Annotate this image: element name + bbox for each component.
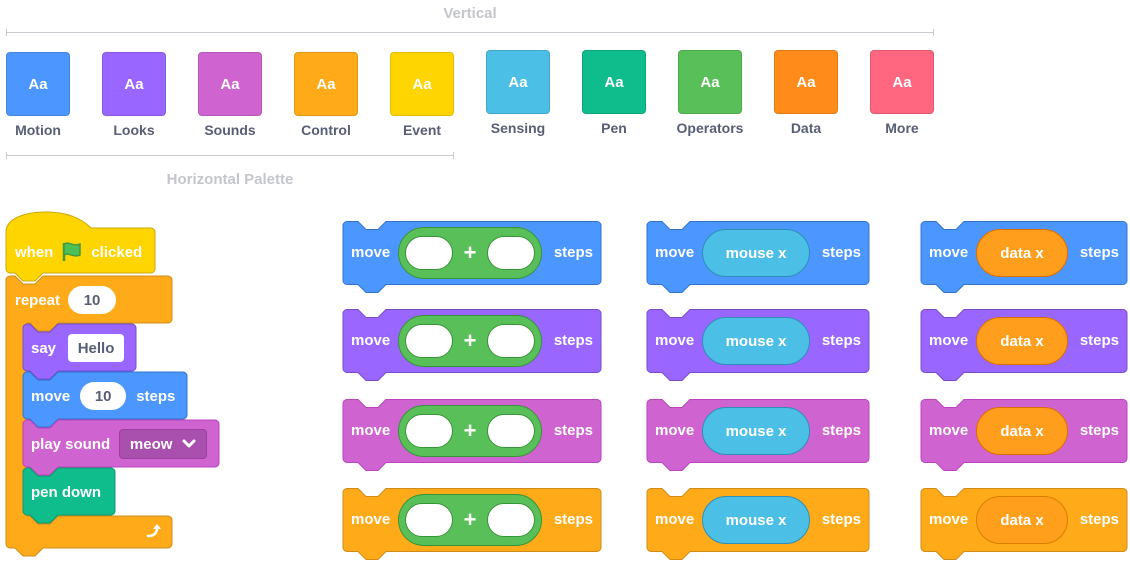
plus-icon: + — [463, 328, 477, 353]
steps-label: steps — [553, 511, 593, 528]
pen-down-label: pen down — [31, 483, 101, 501]
reporter-label: mouse x — [725, 422, 787, 440]
move-block-mouse-motion[interactable]: move steps mouse x — [646, 221, 870, 293]
data-x-reporter[interactable]: data x — [976, 317, 1068, 365]
mouse-x-reporter[interactable]: mouse x — [702, 317, 810, 365]
operand-right-input[interactable] — [486, 236, 535, 270]
category-label-pen: Pen — [601, 120, 627, 136]
move-block-mouse-looks[interactable]: move steps mouse x — [646, 309, 870, 381]
steps-label: steps — [553, 244, 593, 261]
steps-label: steps — [821, 511, 861, 528]
move-label: move — [929, 244, 969, 261]
move-label: move — [929, 332, 969, 349]
plus-icon: + — [463, 507, 477, 532]
move-label: move — [351, 244, 391, 261]
category-glyph: Aa — [412, 75, 432, 93]
reporter-label: data x — [1000, 332, 1044, 350]
steps-label: steps — [553, 422, 593, 439]
move-label: move — [929, 422, 969, 439]
reporter-label: mouse x — [725, 244, 787, 262]
move-block-sum-control[interactable]: move steps + — [342, 488, 602, 560]
operand-right-input[interactable] — [486, 503, 535, 537]
move-label: move — [655, 511, 695, 528]
plus-operator-reporter[interactable]: + — [398, 405, 542, 457]
reporter-label: data x — [1000, 511, 1044, 529]
operand-left-input[interactable] — [405, 236, 453, 270]
reporter-label: data x — [1000, 422, 1044, 440]
data-x-reporter[interactable]: data x — [976, 407, 1068, 455]
category-label-event: Event — [402, 122, 442, 138]
category-label-control: Control — [301, 122, 351, 138]
category-tile-event[interactable]: Aa — [390, 52, 454, 116]
mouse-x-reporter[interactable]: mouse x — [702, 229, 810, 277]
category-tile-sensing[interactable]: Aa — [486, 50, 550, 114]
move-label: move — [351, 422, 391, 439]
move-block-sum-motion[interactable]: move steps + — [342, 221, 602, 293]
operand-left-input[interactable] — [405, 414, 453, 448]
category-glyph: Aa — [604, 73, 624, 91]
category-label-data: Data — [790, 120, 822, 136]
operand-right-input[interactable] — [486, 414, 535, 448]
category-label-operators: Operators — [676, 120, 744, 136]
category-tile-data[interactable]: Aa — [774, 50, 838, 114]
steps-label: steps — [1079, 332, 1119, 349]
move-block-data-sound[interactable]: move steps data x — [920, 399, 1128, 471]
move-block-sum-looks[interactable]: move steps + — [342, 309, 602, 381]
mouse-x-reporter[interactable]: mouse x — [702, 407, 810, 455]
category-glyph: Aa — [892, 73, 912, 91]
plus-operator-reporter[interactable]: + — [398, 227, 542, 279]
category-label-sensing: Sensing — [490, 120, 546, 136]
category-tile-pen[interactable]: Aa — [582, 50, 646, 114]
move-label: move — [351, 332, 391, 349]
operand-left-input[interactable] — [405, 503, 453, 537]
data-x-reporter[interactable]: data x — [976, 496, 1068, 544]
move-block-data-looks[interactable]: move steps data x — [920, 309, 1128, 381]
plus-icon: + — [463, 418, 477, 443]
steps-label: steps — [821, 422, 861, 439]
category-glyph: Aa — [700, 73, 720, 91]
category-tile-operators[interactable]: Aa — [678, 50, 742, 114]
move-label: move — [655, 332, 695, 349]
category-glyph: Aa — [508, 73, 528, 91]
plus-operator-reporter[interactable]: + — [398, 315, 542, 367]
move-label: move — [351, 511, 391, 528]
vertical-section-title: Vertical — [443, 5, 497, 22]
reporter-label: mouse x — [725, 332, 787, 350]
category-label-more: More — [885, 120, 919, 136]
reporter-label: data x — [1000, 244, 1044, 262]
plus-operator-reporter[interactable]: + — [398, 494, 542, 546]
steps-label: steps — [1079, 511, 1119, 528]
steps-label: steps — [553, 332, 593, 349]
steps-label: steps — [1079, 244, 1119, 261]
steps-label: steps — [1079, 422, 1119, 439]
move-label: move — [929, 511, 969, 528]
loop-arrow-icon — [146, 524, 161, 538]
steps-label: steps — [821, 332, 861, 349]
move-block-mouse-sound[interactable]: move steps mouse x — [646, 399, 870, 471]
category-tile-control[interactable]: Aa — [294, 52, 358, 116]
move-label: move — [655, 422, 695, 439]
category-glyph: Aa — [316, 75, 336, 93]
move-block-sum-sound[interactable]: move steps + — [342, 399, 602, 471]
move-block-data-control[interactable]: move steps data x — [920, 488, 1128, 560]
move-block-data-motion[interactable]: move steps data x — [920, 221, 1128, 293]
category-glyph: Aa — [796, 73, 816, 91]
data-x-reporter[interactable]: data x — [976, 229, 1068, 277]
operand-left-input[interactable] — [405, 324, 453, 358]
move-label: move — [655, 244, 695, 261]
pen-down-block[interactable]: pen down — [31, 474, 101, 510]
category-tile-more[interactable]: Aa — [870, 50, 934, 114]
reporter-label: mouse x — [725, 511, 787, 529]
mouse-x-reporter[interactable]: mouse x — [702, 496, 810, 544]
plus-icon: + — [463, 240, 477, 265]
operand-right-input[interactable] — [486, 324, 535, 358]
steps-label: steps — [821, 244, 861, 261]
move-block-mouse-control[interactable]: move steps mouse x — [646, 488, 870, 560]
